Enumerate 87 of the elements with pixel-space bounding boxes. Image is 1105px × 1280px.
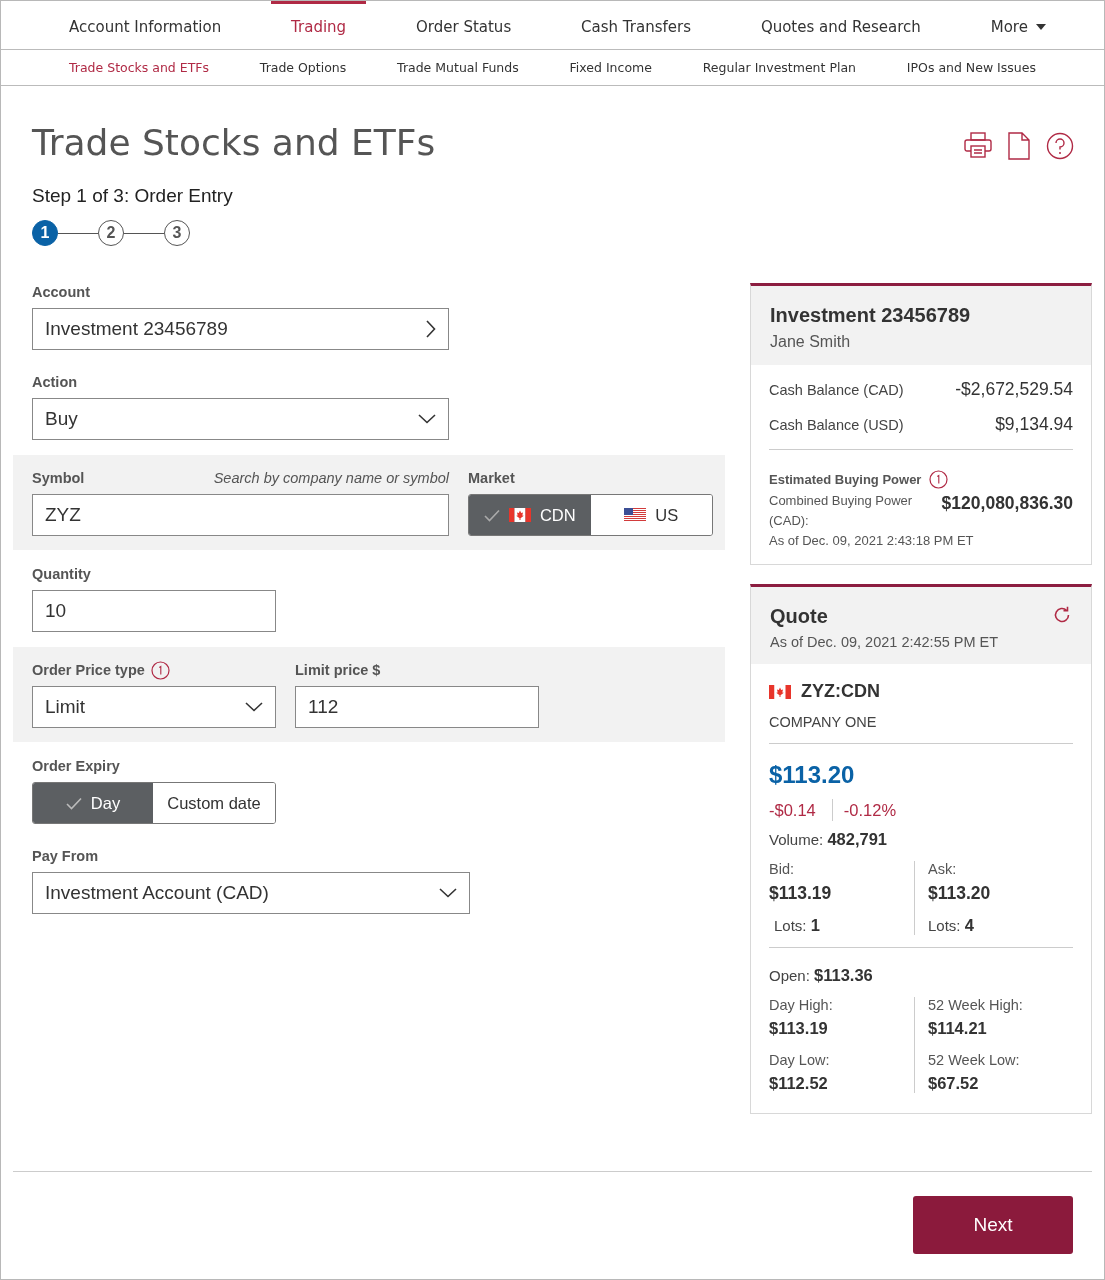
subnav-link[interactable]: Regular Investment Plan [702,60,856,75]
document-icon[interactable] [1008,132,1030,160]
balance-value: -$2,672,529.54 [955,379,1073,400]
field-label: Symbol [32,470,85,486]
last-price: $113.20 [769,761,856,789]
quote-value: $114.21 [928,1019,988,1038]
field-label: Account [32,284,90,300]
pay-from-dropdown[interactable]: Investment Account (CAD) [32,872,470,914]
nav-tab[interactable]: Order Status [396,1,532,49]
field-label: Quantity [32,566,91,582]
quantity-input[interactable]: 10 [32,590,276,632]
field-label: Pay From [32,848,99,864]
expiry-toggle[interactable]: Day [33,783,153,823]
quote-label: Ask: [928,861,958,877]
action-dropdown[interactable]: Buy [32,398,449,440]
timestamp: As of Dec. 09, 2021 2:42:55 PM ET [770,634,1000,650]
nav-tab[interactable]: More [970,1,1066,49]
canada-flag-icon [769,684,791,699]
balance-label: Cash Balance (USD) [769,417,904,433]
buying-power-title: Estimated Buying Power [769,472,922,487]
quote-value: $113.20 [928,883,992,904]
price-change: -$0.14 [769,800,816,820]
subnav-link[interactable]: Trade Stocks and ETFs [69,60,209,75]
limit-price-input[interactable]: 112 [295,686,539,728]
canada-flag-icon [508,508,531,522]
chevron-right-icon [426,320,436,338]
volume-text: Volume: 482,791 [769,830,889,849]
quote-title: Quote [770,605,828,628]
step-label: Step 1 of 3: Order Entry [32,185,234,207]
account-owner: Jane Smith [770,333,852,351]
field-label: Order Price type [32,662,145,678]
page-title: Trade Stocks and ETFs [32,122,436,163]
quote-value: $112.52 [769,1074,829,1093]
quote-label: Day Low: [769,1052,831,1068]
quote-label: 52 Week High: [928,997,1024,1013]
refresh-icon[interactable] [1052,605,1072,625]
quote-label: 52 Week Low: [928,1052,1021,1068]
account-select[interactable]: Investment 23456789 [32,308,449,350]
chevron-down-icon [439,888,457,898]
nav-tab[interactable]: Trading [271,1,367,49]
lots-text: Lots: 1 [773,916,821,935]
nav-tab[interactable]: Quotes and Research [740,1,941,49]
step-indicator: 3 [164,220,190,246]
field-label: Market [468,470,515,486]
help-icon[interactable] [1046,132,1074,160]
timestamp: As of Dec. 09, 2021 2:43:18 PM ET [769,532,975,550]
market-toggle[interactable]: US [590,495,712,535]
buying-power-label: Combined Buying Power (CAD): [769,492,914,530]
quote-symbol: ZYZ:CDN [801,681,880,702]
checkmark-icon [483,508,500,522]
market-toggle[interactable]: CDN [469,495,591,535]
quote-value: $113.19 [769,883,833,904]
nav-tab[interactable]: Cash Transfers [561,1,711,49]
subnav-link[interactable]: Trade Options [259,60,347,75]
quote-label: Day High: [769,997,834,1013]
caret-down-icon [1035,23,1046,30]
subnav-link[interactable]: Trade Mutual Funds [397,60,519,75]
chevron-down-icon [418,414,436,424]
account-title: Investment 23456789 [770,304,972,327]
balance-label: Cash Balance (CAD) [769,382,904,398]
buying-power-value: $120,080,836.30 [941,493,1073,514]
symbol-input[interactable]: ZYZ [32,494,449,536]
quote-value: $113.19 [769,1019,829,1038]
balance-value: $9,134.94 [995,414,1073,435]
field-hint: Search by company name or symbol [213,470,449,486]
chevron-down-icon [245,702,263,712]
percent-change: -0.12% [843,800,897,820]
step-indicator: 1 [32,220,58,246]
company-name: COMPANY ONE [769,714,878,730]
field-label: Order Expiry [32,758,120,774]
nav-tab[interactable]: Account Information [49,1,242,49]
quote-label: Bid: [769,861,795,877]
quote-value: $67.52 [928,1074,980,1093]
subnav-link[interactable]: Fixed Income [569,60,652,75]
open-text: Open: $113.36 [769,966,874,985]
lots-text: Lots: 4 [928,916,975,935]
info-icon[interactable] [150,660,170,680]
field-label: Limit price $ [295,662,381,678]
us-flag-icon [624,508,647,522]
subnav-link[interactable]: IPOs and New Issues [906,60,1036,75]
step-indicator: 2 [98,220,124,246]
field-label: Action [32,374,78,390]
printer-icon[interactable] [964,132,992,158]
checkmark-icon [65,796,82,810]
info-icon[interactable] [929,470,949,489]
next-button[interactable]: Next [913,1196,1073,1254]
price-type-dropdown[interactable]: Limit [32,686,276,728]
